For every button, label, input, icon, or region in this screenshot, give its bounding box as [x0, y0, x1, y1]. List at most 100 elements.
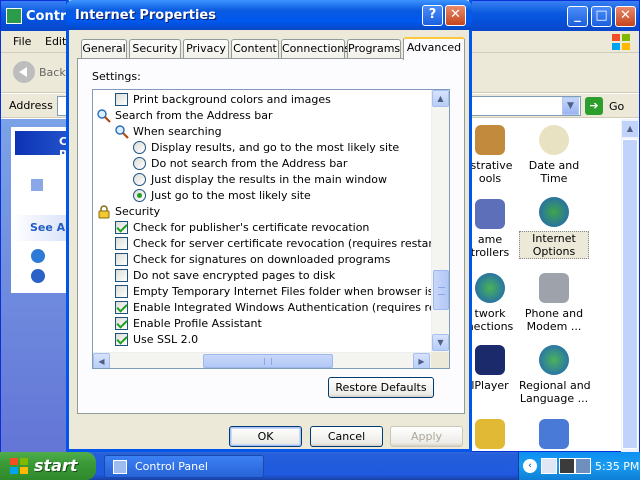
tab-connections[interactable]: Connections — [281, 39, 350, 59]
checkbox[interactable] — [115, 237, 128, 250]
menu-file[interactable]: File — [13, 35, 31, 48]
network-tray-icon[interactable] — [541, 458, 557, 474]
volume-tray-icon[interactable] — [575, 458, 591, 474]
setting-row[interactable]: Just go to the most likely site — [133, 188, 449, 204]
checkbox[interactable] — [115, 285, 128, 298]
start-button[interactable]: start — [0, 452, 96, 480]
scroll-up-icon[interactable]: ▲ — [622, 121, 638, 137]
setting-row[interactable]: Just display the results in the main win… — [133, 172, 449, 188]
setting-row[interactable]: Do not search from the Address bar — [133, 156, 449, 172]
scroll-right-icon[interactable]: ▶ — [413, 353, 430, 368]
search-icon — [97, 109, 111, 123]
scroll-thumb[interactable] — [622, 139, 638, 449]
switch-view-icon[interactable] — [31, 179, 43, 191]
setting-label: Empty Temporary Internet Files folder wh… — [133, 285, 450, 298]
tab-security[interactable]: Security — [129, 39, 181, 59]
tab-programs[interactable]: Programs — [347, 39, 401, 59]
realplayer-icon — [475, 345, 505, 375]
phone-modem-icon-tile[interactable]: Phone and Modem ... — [519, 273, 589, 333]
windows-update-icon[interactable] — [31, 249, 45, 263]
shield-icon — [539, 419, 569, 449]
advanced-tab-panel: Settings: Print background colors and im… — [77, 58, 465, 414]
setting-row[interactable]: Enable Integrated Windows Authentication… — [115, 300, 449, 316]
settings-tree[interactable]: Print background colors and images Search… — [92, 89, 450, 369]
setting-row[interactable]: Check for server certificate revocation … — [115, 236, 445, 252]
restore-defaults-button[interactable]: Restore Defaults — [328, 377, 434, 398]
taskbar: start Control Panel ‹ 5:35 PM — [0, 452, 640, 480]
setting-label: Do not search from the Address bar — [151, 157, 348, 170]
setting-label: Use SSL 2.0 — [133, 333, 199, 346]
vertical-scroll-thumb[interactable] — [433, 270, 449, 310]
date-time-icon-tile[interactable]: Date and Time — [519, 125, 589, 185]
address-label: Address — [9, 99, 53, 112]
tray-expand-icon[interactable]: ‹ — [523, 459, 537, 473]
ok-button[interactable]: OK — [229, 426, 302, 447]
display-tray-icon[interactable] — [559, 458, 575, 474]
regional-language-icon-tile[interactable]: Regional and Language ... — [519, 345, 591, 405]
tab-strip: General Security Privacy Content Connect… — [77, 37, 465, 60]
setting-row: When searching — [115, 124, 445, 140]
clock[interactable]: 5:35 PM — [595, 460, 639, 473]
setting-row[interactable]: Check for signatures on downloaded progr… — [115, 252, 445, 268]
tab-privacy[interactable]: Privacy — [183, 39, 229, 59]
radio-button[interactable] — [133, 141, 146, 154]
back-arrow-icon — [13, 61, 35, 83]
menu-edit[interactable]: Edit — [45, 35, 66, 48]
address-dropdown-icon[interactable]: ▼ — [562, 97, 579, 115]
checked-checkbox[interactable] — [115, 221, 128, 234]
help-button[interactable]: ? — [422, 5, 443, 26]
radio-button[interactable] — [133, 157, 146, 170]
setting-row[interactable]: Use SSL 2.0 — [115, 332, 445, 348]
setting-row[interactable]: Print background colors and images — [115, 92, 445, 108]
dialog-close-button[interactable]: ✕ — [445, 5, 466, 26]
setting-label: Check for server certificate revocation … — [133, 237, 442, 250]
minimize-button[interactable]: _ — [567, 6, 588, 27]
go-button[interactable]: ➔ Go — [585, 97, 635, 115]
dialog-title: Internet Properties — [75, 8, 216, 23]
settings-vertical-scrollbar[interactable]: ▲ ▼ — [431, 90, 449, 352]
dialog-titlebar[interactable]: Internet Properties ? ✕ — [66, 0, 472, 30]
gamepad-icon — [475, 199, 505, 229]
setting-label: Search from the Address bar — [115, 109, 273, 122]
setting-row[interactable]: Check for publisher's certificate revoca… — [115, 220, 445, 236]
selected-radio[interactable] — [133, 189, 146, 202]
tab-general[interactable]: General — [81, 39, 127, 59]
close-button[interactable]: ✕ — [615, 6, 636, 27]
go-label: Go — [609, 100, 625, 113]
scroll-down-icon[interactable]: ▼ — [432, 334, 449, 351]
setting-row[interactable]: Empty Temporary Internet Files folder wh… — [115, 284, 449, 300]
icon-label: Internet Options — [519, 231, 589, 259]
setting-label: Just go to the most likely site — [151, 189, 311, 202]
radio-button[interactable] — [133, 173, 146, 186]
windows-logo-icon — [612, 34, 630, 50]
icon-label: Phone and Modem ... — [524, 307, 584, 333]
security-center-icon-tile[interactable] — [519, 419, 589, 449]
cancel-button[interactable]: Cancel — [310, 426, 383, 447]
settings-label: Settings: — [92, 70, 141, 83]
go-arrow-icon: ➔ — [585, 97, 603, 115]
scroll-up-icon[interactable]: ▲ — [432, 90, 449, 107]
checked-checkbox[interactable] — [115, 333, 128, 346]
settings-horizontal-scrollbar[interactable]: ◀ ▶ — [93, 352, 431, 368]
scroll-left-icon[interactable]: ◀ — [93, 353, 110, 368]
setting-row[interactable]: Enable Profile Assistant — [115, 316, 445, 332]
horizontal-scroll-thumb[interactable] — [203, 354, 333, 368]
internet-options-icon-tile[interactable]: Internet Options — [519, 197, 589, 259]
tab-content[interactable]: Content — [231, 39, 279, 59]
checkbox[interactable] — [115, 253, 128, 266]
setting-label: Check for signatures on downloaded progr… — [133, 253, 391, 266]
checkbox[interactable] — [115, 93, 128, 106]
setting-row[interactable]: Do not save encrypted pages to disk — [115, 268, 445, 284]
setting-row[interactable]: Display results, and go to the most like… — [133, 140, 449, 156]
setting-label: Just display the results in the main win… — [151, 173, 387, 186]
tab-advanced[interactable]: Advanced — [403, 37, 465, 60]
checked-checkbox[interactable] — [115, 301, 128, 314]
setting-label: Print background colors and images — [133, 93, 331, 106]
help-icon[interactable] — [31, 269, 45, 283]
maximize-button[interactable]: □ — [591, 6, 612, 27]
taskbar-control-panel-button[interactable]: Control Panel — [104, 455, 264, 478]
checked-checkbox[interactable] — [115, 317, 128, 330]
control-panel-scrollbar[interactable]: ▲ — [621, 119, 639, 453]
apply-button[interactable]: Apply — [390, 426, 463, 447]
checkbox[interactable] — [115, 269, 128, 282]
